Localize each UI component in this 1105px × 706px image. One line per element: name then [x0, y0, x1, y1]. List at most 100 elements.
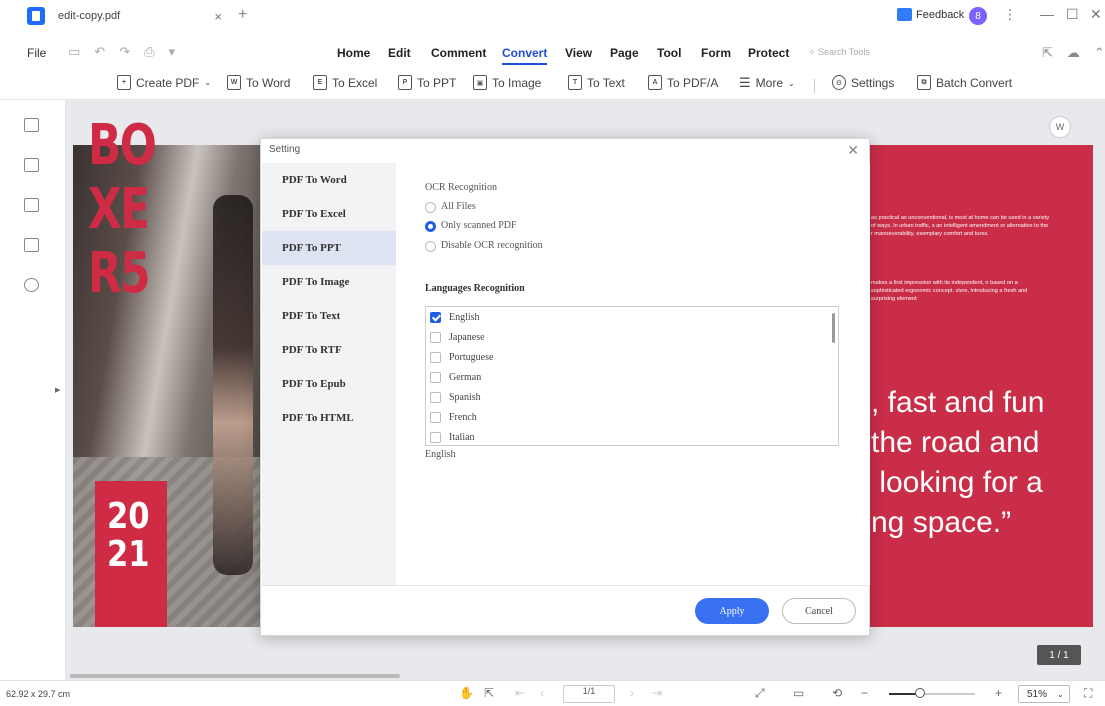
last-page-icon[interactable]: ⇥	[652, 686, 662, 700]
bookmark-icon[interactable]	[24, 158, 39, 172]
horizontal-scrollbar[interactable]	[70, 674, 400, 678]
to-pdfa-button[interactable]: A To PDF/A	[648, 75, 718, 90]
cancel-button[interactable]: Cancel	[782, 598, 856, 624]
lang-portuguese[interactable]: Portuguese	[430, 347, 493, 367]
select-tool-icon[interactable]: ⇱	[484, 686, 494, 700]
convert-toolbar: + Create PDF ⌄ W To Word E To Excel P To…	[0, 70, 1105, 100]
radio-only-scanned[interactable]	[425, 221, 436, 232]
nav-pdf-to-excel[interactable]: PDF To Excel	[262, 197, 396, 231]
fit-page-icon[interactable]: ⤢	[755, 686, 765, 701]
nav-pdf-to-image[interactable]: PDF To Image	[262, 265, 396, 299]
languages-scrollbar[interactable]	[832, 313, 835, 343]
lang-italian[interactable]: Italian	[430, 427, 475, 445]
save-icon[interactable]: ▭	[68, 44, 80, 60]
page-number-field[interactable]: 1/1	[563, 685, 615, 703]
to-text-label: To Text	[587, 75, 625, 90]
thumbnails-icon[interactable]	[24, 118, 39, 132]
apply-button[interactable]: Apply	[695, 598, 769, 624]
expand-sidebar-icon[interactable]: ▶	[55, 386, 60, 394]
new-tab-icon[interactable]: +	[238, 6, 247, 24]
to-excel-button[interactable]: E To Excel	[313, 75, 377, 90]
redo-icon[interactable]: ↷	[119, 44, 130, 60]
document-tab[interactable]: edit-copy.pdf ×	[52, 0, 232, 32]
boxer-headline: BO XE R5	[88, 114, 157, 306]
radio-disable-ocr[interactable]	[425, 241, 436, 252]
maximize-button[interactable]: ☐	[1066, 6, 1079, 23]
checkbox-spanish[interactable]	[430, 391, 441, 403]
to-ppt-button[interactable]: P To PPT	[398, 75, 456, 90]
share-icon[interactable]: ⇱	[1042, 45, 1053, 61]
batch-convert-button[interactable]: ⧉ Batch Convert	[917, 75, 1012, 90]
zoom-level-select[interactable]: 51% ⌄	[1018, 685, 1070, 703]
print-icon[interactable]: ⎙	[144, 44, 154, 60]
checkbox-french[interactable]	[430, 411, 441, 423]
menu-tool[interactable]: Tool	[657, 46, 681, 60]
zoom-slider-handle[interactable]	[915, 688, 925, 698]
nav-pdf-to-html[interactable]: PDF To HTML	[262, 401, 396, 435]
customize-dropdown-icon[interactable]: ▾	[169, 44, 176, 60]
settings-button[interactable]: ⚙ Settings	[832, 75, 894, 90]
rotate-icon[interactable]: ⟲	[832, 686, 842, 700]
more-options-icon[interactable]: ⋮	[1003, 6, 1017, 23]
prev-page-icon[interactable]: ‹	[540, 686, 544, 700]
first-page-icon[interactable]: ⇤	[515, 686, 525, 700]
feedback-button[interactable]: Feedback	[897, 8, 964, 21]
more-button[interactable]: ☰ More ⌄	[739, 75, 795, 91]
collapse-ribbon-icon[interactable]: ⌃	[1094, 45, 1105, 61]
search-icon[interactable]	[24, 278, 39, 292]
radio-disable-ocr-label[interactable]: Disable OCR recognition	[441, 240, 543, 251]
menu-view[interactable]: View	[565, 46, 592, 60]
menu-convert[interactable]: Convert	[502, 46, 548, 65]
nav-pdf-to-epub[interactable]: PDF To Epub	[262, 367, 396, 401]
menu-edit[interactable]: Edit	[388, 46, 411, 60]
cloud-icon[interactable]: ☁	[1067, 45, 1080, 61]
checkbox-german[interactable]	[430, 371, 441, 383]
tab-close-icon[interactable]: ×	[214, 9, 222, 24]
nav-pdf-to-ppt[interactable]: PDF To PPT	[262, 231, 396, 265]
search-tools-input[interactable]: ✧ Search Tools	[808, 47, 870, 58]
nav-pdf-to-word[interactable]: PDF To Word	[262, 163, 396, 197]
attachment-icon[interactable]	[24, 238, 39, 252]
to-image-button[interactable]: ▣ To Image	[473, 75, 541, 90]
create-pdf-button[interactable]: + Create PDF ⌄	[117, 75, 211, 90]
page-layout-icon[interactable]: ▭	[793, 686, 804, 700]
nav-pdf-to-text[interactable]: PDF To Text	[262, 299, 396, 333]
menu-page[interactable]: Page	[610, 46, 639, 60]
lang-french[interactable]: French	[430, 407, 477, 427]
lang-spanish[interactable]: Spanish	[430, 387, 481, 407]
avatar[interactable]: 8	[969, 7, 987, 25]
languages-list[interactable]: English Japanese Portuguese German Spani…	[425, 306, 839, 446]
nav-pdf-to-rtf[interactable]: PDF To RTF	[262, 333, 396, 367]
checkbox-italian[interactable]	[430, 431, 441, 443]
radio-all-files[interactable]	[425, 202, 436, 213]
to-text-button[interactable]: T To Text	[568, 75, 625, 90]
minimize-button[interactable]: —	[1040, 6, 1054, 22]
zoom-in-icon[interactable]: +	[995, 686, 1002, 700]
comment-icon[interactable]	[24, 198, 39, 212]
close-icon[interactable]: ✕	[847, 142, 859, 159]
red-paragraph-1: as practical as unconventional, is most …	[871, 215, 1050, 237]
menu-protect[interactable]: Protect	[748, 46, 789, 60]
lang-japanese[interactable]: Japanese	[430, 327, 485, 347]
menu-form[interactable]: Form	[701, 46, 731, 60]
checkbox-english[interactable]	[430, 311, 441, 323]
radio-only-scanned-label[interactable]: Only scanned PDF	[441, 220, 517, 231]
menu-home[interactable]: Home	[337, 46, 370, 60]
checkbox-japanese[interactable]	[430, 331, 441, 343]
to-word-button[interactable]: W To Word	[227, 75, 290, 90]
fullscreen-icon[interactable]: ⛶	[1084, 686, 1092, 701]
hand-tool-icon[interactable]: ✋	[459, 686, 474, 700]
toolbar-divider	[814, 79, 815, 93]
undo-icon[interactable]: ↶	[94, 44, 105, 60]
checkbox-portuguese[interactable]	[430, 351, 441, 363]
lang-german[interactable]: German	[430, 367, 481, 387]
lang-english[interactable]: English	[430, 307, 480, 327]
menu-comment[interactable]: Comment	[431, 46, 486, 60]
next-page-icon[interactable]: ›	[630, 686, 634, 700]
settings-label: Settings	[851, 75, 895, 90]
convert-floating-icon[interactable]: W	[1049, 116, 1071, 138]
close-window-button[interactable]: ✕	[1090, 6, 1102, 23]
menu-file[interactable]: File	[27, 46, 46, 60]
radio-all-files-label[interactable]: All Files	[441, 201, 476, 212]
zoom-out-icon[interactable]: −	[861, 686, 868, 700]
